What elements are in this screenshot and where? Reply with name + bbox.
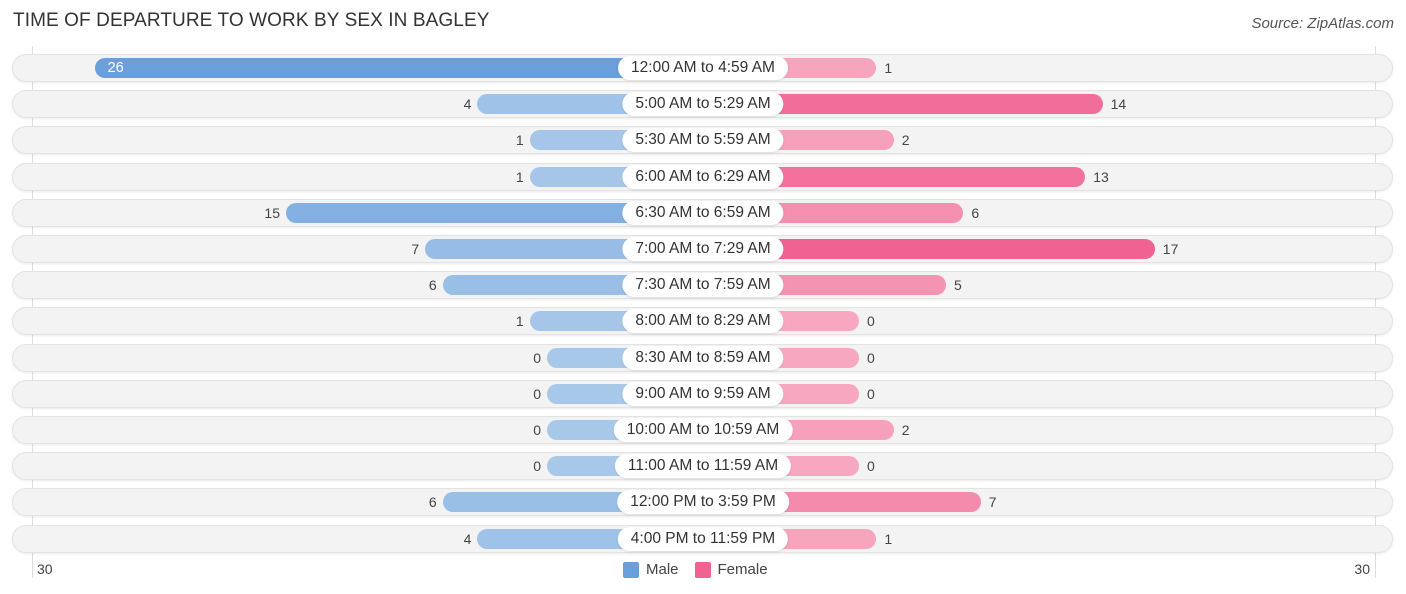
value-label-male: 0 bbox=[533, 385, 541, 402]
bar-male[interactable] bbox=[94, 58, 703, 78]
chart-row: 12:00 PM to 3:59 PM 6 7 bbox=[12, 488, 1393, 517]
value-label-male: 15 bbox=[264, 204, 280, 221]
value-label-male: 26 bbox=[107, 60, 124, 76]
category-label: 8:30 AM to 8:59 AM bbox=[622, 345, 784, 370]
category-label: 11:00 AM to 11:59 AM bbox=[614, 454, 792, 479]
chart-row: 5:30 AM to 5:59 AM 1 2 bbox=[12, 126, 1393, 155]
chart-row: 7:30 AM to 7:59 AM 6 5 bbox=[12, 271, 1393, 300]
chart-row: 11:00 AM to 11:59 AM 0 0 bbox=[12, 452, 1393, 481]
chart-row: 7:00 AM to 7:29 AM 7 17 bbox=[12, 235, 1393, 263]
chart-title: TIME OF DEPARTURE TO WORK BY SEX IN BAGL… bbox=[13, 10, 490, 31]
category-label: 4:00 PM to 11:59 PM bbox=[617, 526, 789, 551]
legend-swatch-female bbox=[694, 561, 711, 578]
category-label: 10:00 AM to 10:59 AM bbox=[613, 418, 793, 442]
right-axis-tick: 30 bbox=[1354, 561, 1370, 577]
value-label-male: 0 bbox=[533, 422, 541, 438]
category-label: 5:30 AM to 5:59 AM bbox=[622, 128, 784, 153]
category-label: 6:00 AM to 6:29 AM bbox=[622, 164, 784, 189]
value-label-female: 0 bbox=[867, 458, 875, 475]
value-label-male: 0 bbox=[533, 458, 541, 475]
chart-row: 10:00 AM to 10:59 AM 0 2 bbox=[12, 416, 1393, 444]
value-label-female: 6 bbox=[971, 204, 980, 221]
value-label-female: 0 bbox=[867, 313, 875, 330]
value-label-male: 4 bbox=[463, 530, 472, 547]
chart-row: 12:00 AM to 4:59 AM 26 1 bbox=[12, 54, 1393, 82]
chart-row: 5:00 AM to 5:29 AM 4 14 bbox=[12, 90, 1393, 119]
value-label-female: 2 bbox=[901, 132, 910, 149]
value-label-male: 0 bbox=[533, 349, 541, 366]
chart-row: 9:00 AM to 9:59 AM 0 0 bbox=[12, 379, 1393, 408]
source-label: Source: ZipAtlas.com bbox=[1251, 15, 1394, 32]
legend-swatch-male bbox=[623, 561, 639, 578]
value-label-male: 4 bbox=[463, 96, 472, 113]
value-label-female: 17 bbox=[1162, 241, 1179, 257]
legend: Male Female bbox=[623, 561, 784, 578]
value-label-female: 2 bbox=[901, 422, 910, 438]
value-label-male: 6 bbox=[428, 277, 437, 294]
value-label-female: 1 bbox=[884, 530, 893, 547]
value-label-female: 5 bbox=[954, 277, 962, 294]
left-axis-tick: 30 bbox=[37, 561, 53, 577]
chart-row: 8:30 AM to 8:59 AM 0 0 bbox=[12, 343, 1393, 372]
value-label-male: 6 bbox=[428, 494, 437, 511]
category-label: 12:00 AM to 4:59 AM bbox=[618, 56, 788, 80]
category-label: 5:00 AM to 5:29 AM bbox=[622, 92, 784, 117]
value-label-female: 7 bbox=[988, 494, 997, 511]
value-label-male: 1 bbox=[515, 313, 524, 330]
legend-label-male: Male bbox=[646, 561, 679, 578]
value-label-male: 1 bbox=[515, 168, 524, 185]
legend-item-male[interactable]: Male bbox=[623, 561, 679, 578]
category-label: 7:30 AM to 7:59 AM bbox=[622, 273, 784, 298]
category-label: 12:00 PM to 3:59 PM bbox=[617, 490, 789, 515]
value-label-male: 1 bbox=[515, 132, 524, 149]
legend-label-female: Female bbox=[717, 561, 768, 578]
value-label-female: 13 bbox=[1093, 168, 1109, 185]
value-label-female: 0 bbox=[867, 349, 875, 366]
category-label: 7:00 AM to 7:29 AM bbox=[622, 237, 784, 261]
value-label-female: 0 bbox=[867, 385, 875, 402]
chart-row: 6:00 AM to 6:29 AM 1 13 bbox=[12, 162, 1393, 191]
value-label-female: 1 bbox=[884, 60, 893, 76]
chart-row: 8:00 AM to 8:29 AM 1 0 bbox=[12, 307, 1393, 336]
value-label-male: 7 bbox=[411, 241, 420, 257]
value-label-female: 14 bbox=[1110, 96, 1127, 113]
category-label: 6:30 AM to 6:59 AM bbox=[622, 200, 784, 225]
category-label: 8:00 AM to 8:29 AM bbox=[622, 309, 784, 334]
category-label: 9:00 AM to 9:59 AM bbox=[622, 381, 784, 406]
legend-item-female[interactable]: Female bbox=[694, 561, 768, 578]
chart-row: 4:00 PM to 11:59 PM 4 1 bbox=[12, 524, 1393, 553]
chart-row: 6:30 AM to 6:59 AM 15 6 bbox=[12, 198, 1393, 227]
